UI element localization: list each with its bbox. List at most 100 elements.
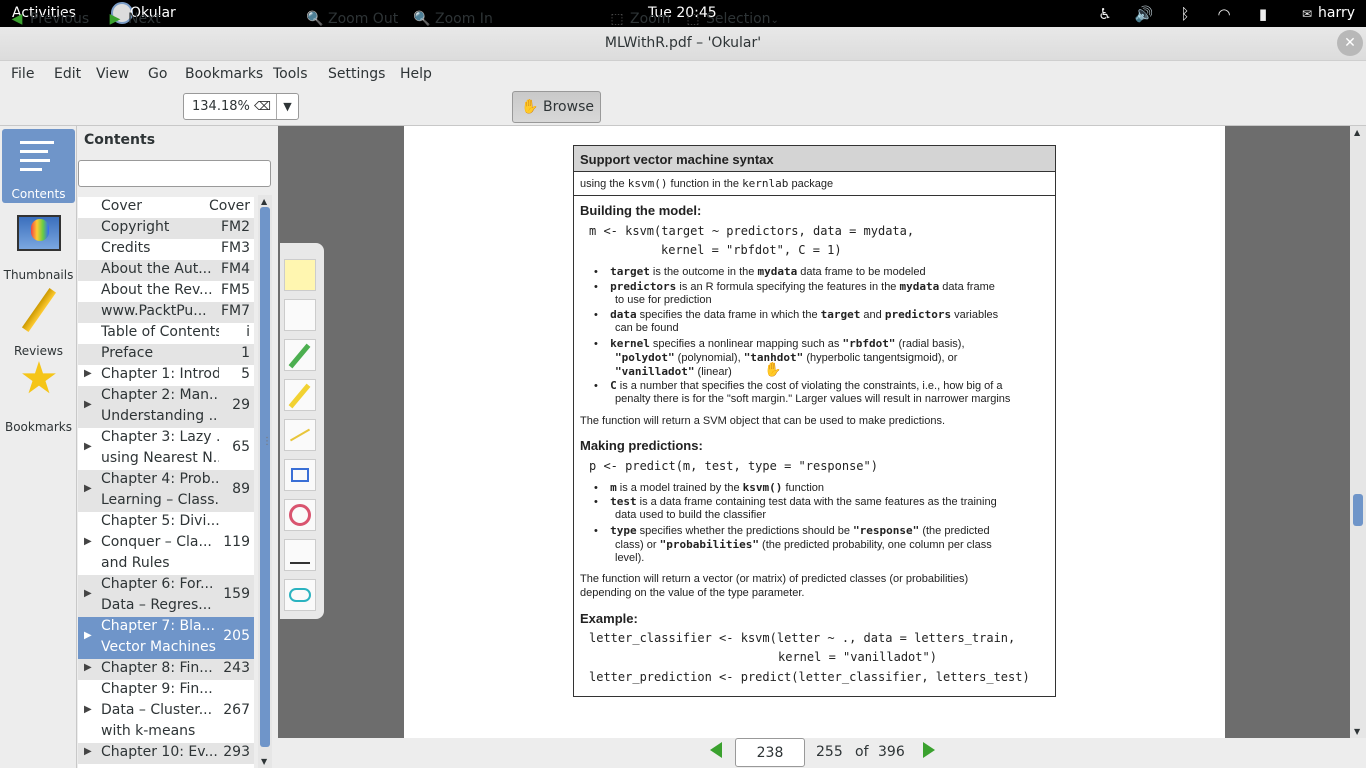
expand-arrow-icon[interactable]: ▶ [84,662,92,673]
zoom-out-icon: 🔍 [306,11,324,27]
toc-item[interactable]: Chapter 8: Fin... 243 ▶ [78,659,254,680]
toc-item-label: Chapter 8: Fin... [101,660,213,676]
clear-zoom-icon[interactable]: ⌫ [254,99,271,113]
toc-item[interactable]: Chapter 3: Lazy ... using Nearest N... 65 ▶ [78,428,254,470]
code-build-line-2: kernel = "rbfdot", C = 1) [661,243,842,257]
toc-item-page: i [246,323,250,340]
ellipse-icon[interactable] [284,579,316,611]
expand-arrow-icon[interactable]: ▶ [84,536,92,547]
zoom-dropdown-arrow-icon[interactable]: ▼ [276,94,298,119]
expand-arrow-icon[interactable]: ▶ [84,630,92,641]
doc-scroll-down-icon[interactable]: ▼ [1354,727,1360,736]
straight-line-icon[interactable] [284,419,316,451]
expand-arrow-icon[interactable]: ▶ [84,399,92,410]
toc-item-label: Chapter 2: Man... [101,387,219,403]
zoom-value[interactable]: 134.18% [192,99,250,114]
scroll-down-icon[interactable]: ▼ [261,757,267,766]
toc-item-label: Understanding ... [101,408,219,424]
battery-icon[interactable]: ▮ [1253,4,1273,24]
zoom-out-button[interactable]: 🔍 Zoom Out [306,5,398,33]
next-page-arrow-icon[interactable] [923,742,935,758]
zoom-combo[interactable]: 134.18% ⌫ ▼ [183,93,299,120]
wifi-icon[interactable]: ◠ [1214,4,1234,24]
expand-arrow-icon[interactable]: ▶ [84,483,92,494]
menu-edit[interactable]: Edit [54,66,81,82]
toc-item[interactable]: Chapter 5: Divi... Conquer – Cla... and Ru… [78,512,254,575]
toc-item[interactable]: Chapter 10: Ev... 293 ▶ [78,743,254,764]
pop-up-note-icon[interactable] [284,259,316,291]
toc-item[interactable]: Preface 1 [78,344,254,365]
toc-item[interactable]: About the Aut... FM4 [78,260,254,281]
document-scrollbar[interactable]: ▲ ▼ [1350,126,1366,738]
menu-bookmarks[interactable]: Bookmarks [185,66,263,82]
close-window-button[interactable]: ✕ [1337,30,1363,56]
next-button[interactable]: ▶ Next [106,5,161,33]
toc-scroll-thumb[interactable] [260,207,270,747]
example-line-1: letter_classifier <- ksvm(letter ~ ., da… [589,631,1016,645]
menu-help[interactable]: Help [400,66,432,82]
inline-note-icon[interactable] [284,299,316,331]
expand-arrow-icon[interactable]: ▶ [84,704,92,715]
toc-item[interactable]: Cover Cover [78,197,254,218]
menu-go[interactable]: Go [148,66,167,82]
toc-item[interactable]: Table of Contents i [78,323,254,344]
menu-view[interactable]: View [96,66,129,82]
window-title-bar[interactable]: MLWithR.pdf – 'Okular' ✕ [0,27,1366,61]
polygon-icon[interactable] [284,459,316,491]
underline-icon[interactable] [284,539,316,571]
accessibility-icon[interactable]: ♿ [1095,4,1115,24]
user-menu[interactable]: harry [1318,5,1355,21]
stamp-icon[interactable] [284,499,316,531]
toc-item[interactable]: Chapter 6: For... Data – Regres... 159 ▶ [78,575,254,617]
sidebar-tab-contents[interactable]: Contents [2,129,75,203]
toc-item-label: Chapter 10: Ev... [101,744,218,760]
volume-icon[interactable]: 🔊 [1134,4,1154,24]
toc-item-label: Vector Machines [101,639,216,655]
sidebar-tab-thumbnails[interactable]: Thumbnails [2,210,75,284]
sidebar-tab-reviews[interactable]: Reviews [2,286,75,360]
scroll-up-icon[interactable]: ▲ [261,197,267,206]
bluetooth-icon[interactable]: ᛒ [1175,4,1195,24]
sidebar-tab-bookmarks[interactable]: ★ Bookmarks [2,356,75,436]
toc-item-label: Chapter 1: Introd... [101,366,219,382]
zoom-in-icon: 🔍 [413,11,431,27]
zoom-tool-button[interactable]: ⬚ Zoom [608,5,670,33]
menu-tools[interactable]: Tools [273,66,308,82]
document-scroll-thumb[interactable] [1353,494,1363,526]
doc-scroll-up-icon[interactable]: ▲ [1354,128,1360,137]
annotation-toolbar [280,243,324,619]
green-pencil-icon[interactable] [284,339,316,371]
menu-settings[interactable]: Settings [328,66,385,82]
page-number-input[interactable]: 238 [735,738,805,767]
expand-arrow-icon[interactable]: ▶ [84,441,92,452]
menu-file[interactable]: File [11,66,34,82]
toc-item-label: Table of Contents [101,324,219,340]
selection-tool-button[interactable]: ⬚ Selection⌄ [684,5,779,33]
expand-arrow-icon[interactable]: ▶ [84,588,92,599]
bullet-test: • test is a data frame containing test d… [594,495,997,521]
zoom-in-button[interactable]: 🔍 Zoom In [413,5,493,33]
toc-item[interactable]: Chapter 1: Introd... 5 ▶ [78,365,254,386]
toc-item[interactable]: Credits FM3 [78,239,254,260]
toc-item[interactable]: Copyright FM2 [78,218,254,239]
example-line-2: kernel = "vanilladot") [778,650,937,664]
toc-item[interactable]: Chapter 7: Bla... Vector Machines 205 ▶ [78,617,254,659]
toc-item[interactable]: Chapter 2: Man... Understanding ... 29 ▶ [78,386,254,428]
document-viewport[interactable]: Support vector machine syntax using the … [278,126,1350,738]
zoom-tool-label: Zoom [630,11,671,27]
toc-item[interactable]: Chapter 4: Prob... Learning – Class... 89 ▶ [78,470,254,512]
prev-page-arrow-icon[interactable] [710,742,722,758]
contents-search-input[interactable] [78,160,271,187]
page-label: 255 [816,744,843,760]
toc-scrollbar[interactable]: ▲ ▼ [258,195,272,768]
toc-item[interactable]: Chapter 9: Fin... Data – Cluster... with k… [78,680,254,743]
expand-arrow-icon[interactable]: ▶ [84,368,92,379]
toc-item[interactable]: About the Rev... FM5 [78,281,254,302]
panel-splitter-handle[interactable]: ⋮ [262,436,272,448]
highlighter-icon[interactable] [284,379,316,411]
code-predict: p <- predict(m, test, type = "response") [589,459,878,473]
toc-item[interactable]: www.PacktPu... FM7 [78,302,254,323]
previous-page-icon: ◀ [11,11,23,27]
expand-arrow-icon[interactable]: ▶ [84,746,92,757]
previous-button[interactable]: ◀ Previous [8,5,90,33]
